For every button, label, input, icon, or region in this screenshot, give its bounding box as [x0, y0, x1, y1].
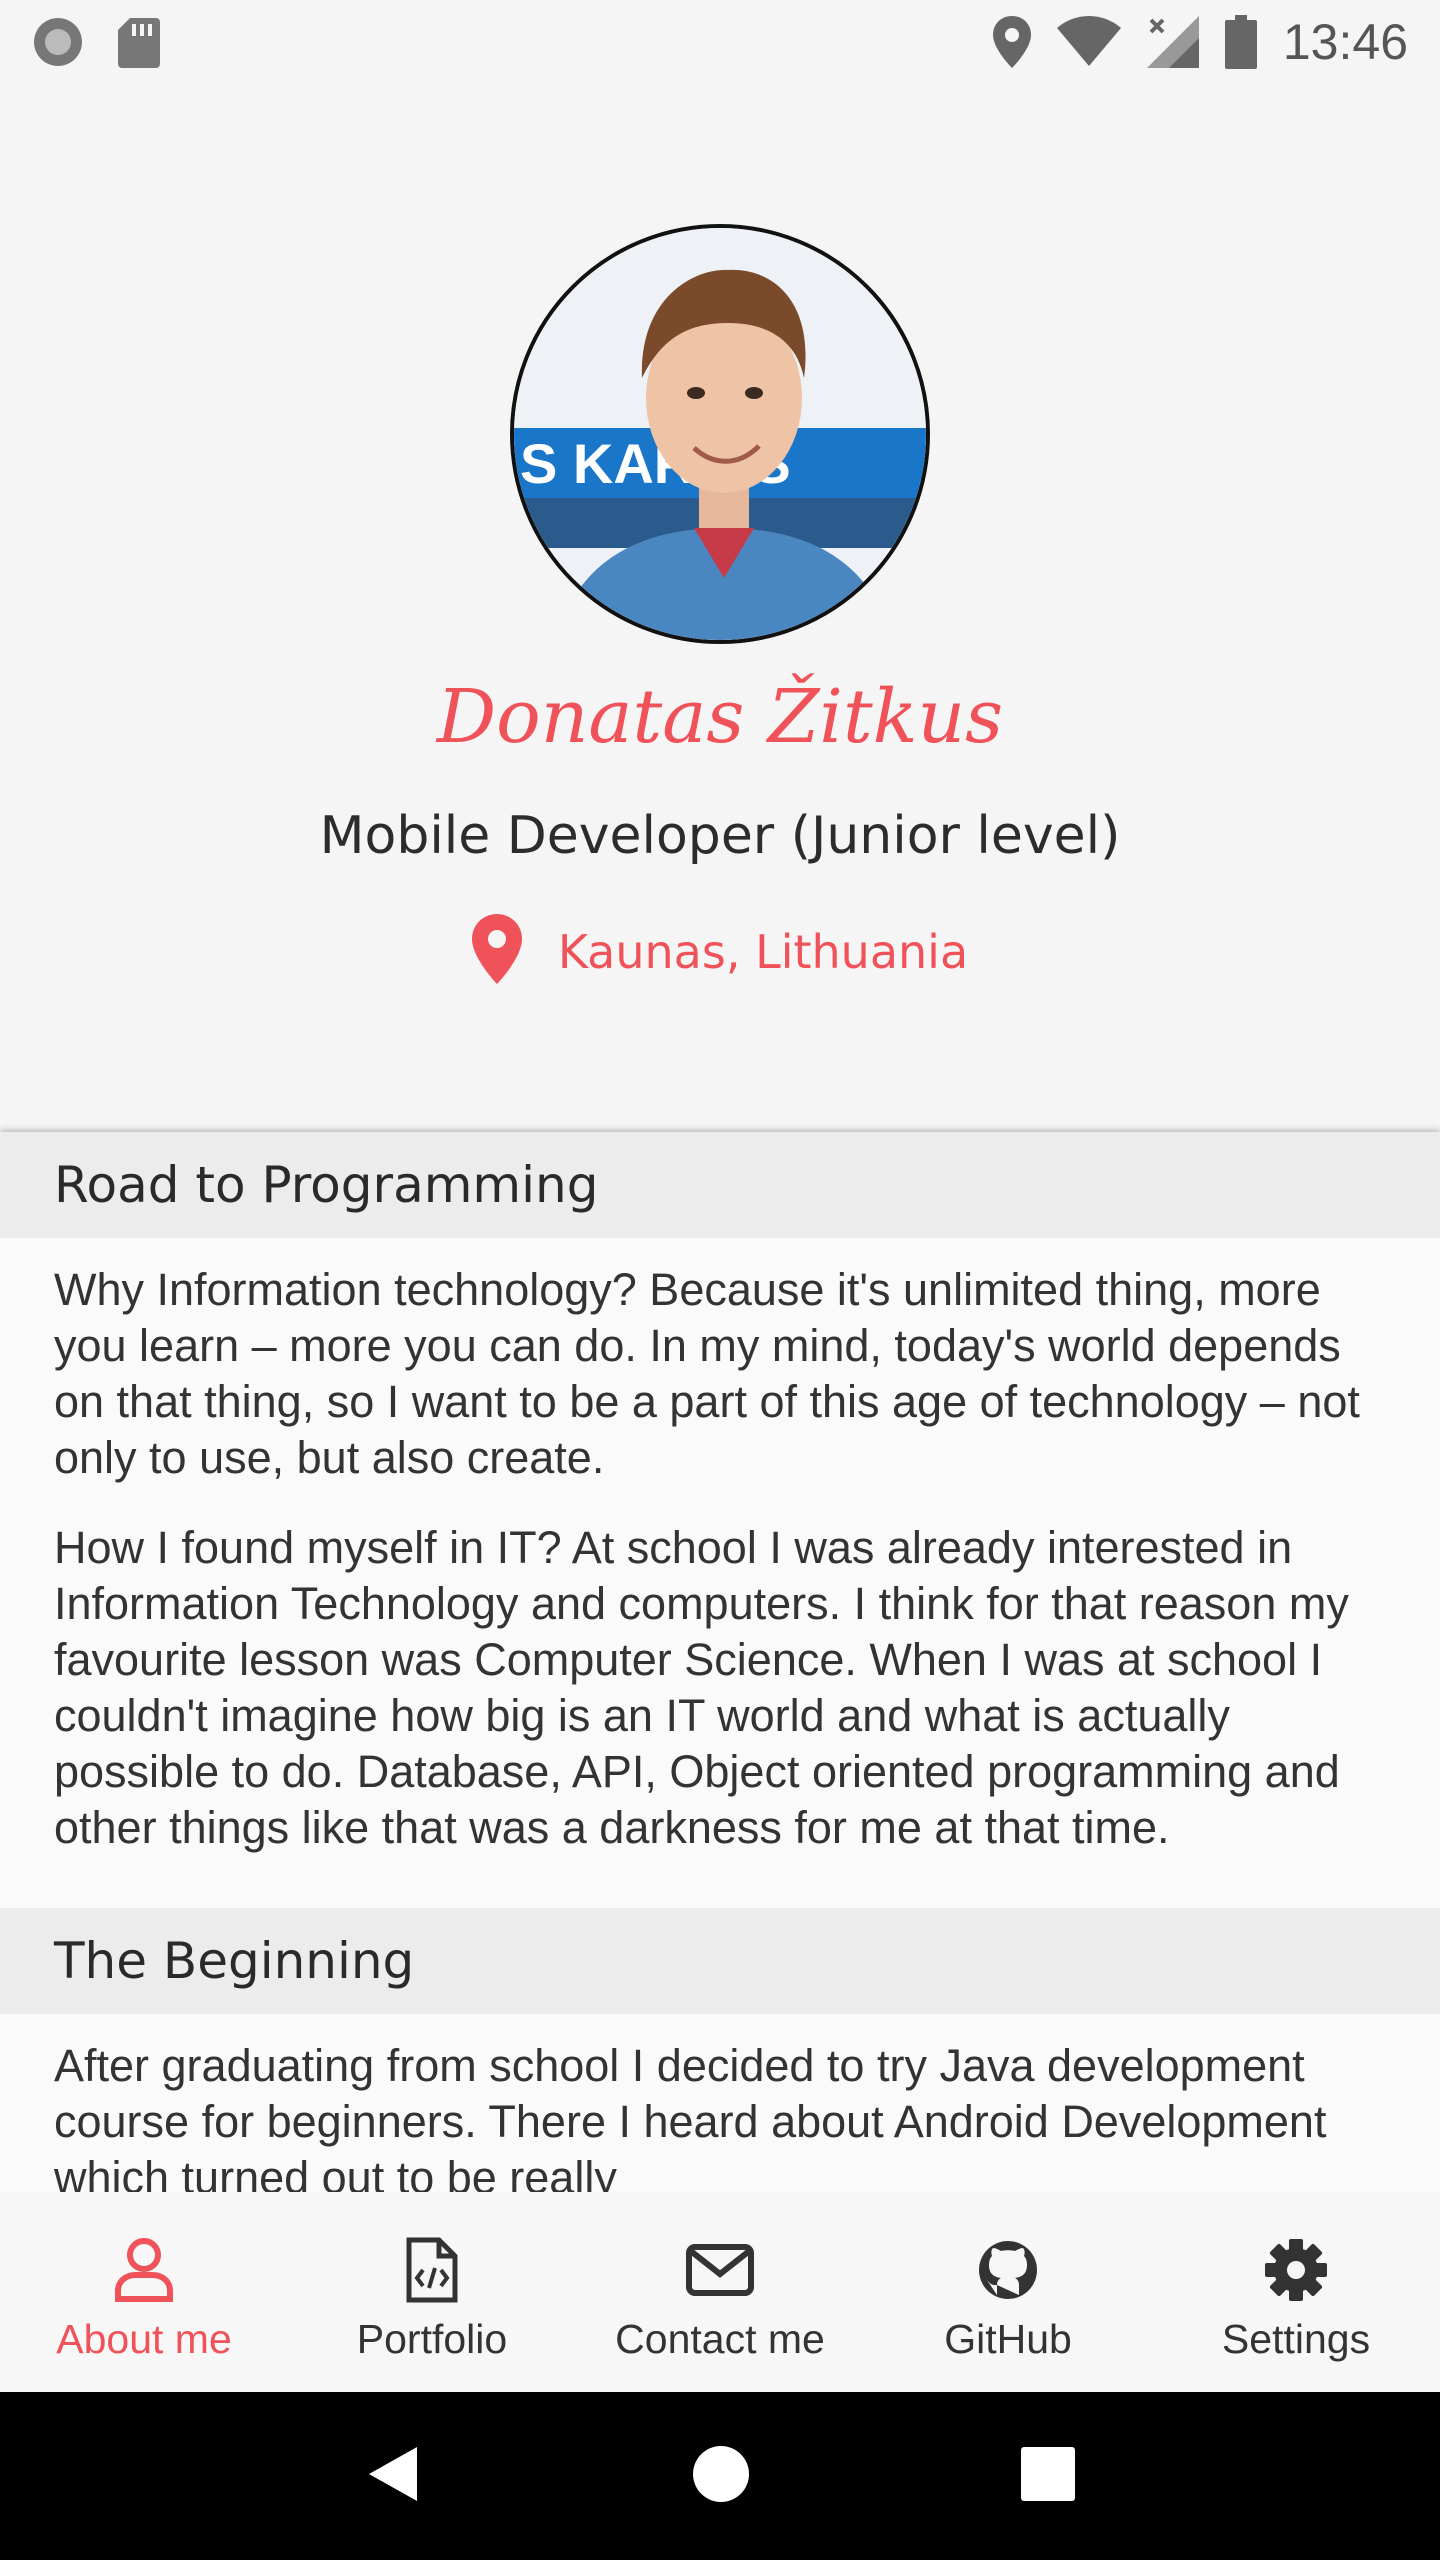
profile-header: S KAR OS Donatas Žitkus Mobile Developer…: [0, 84, 1440, 1132]
battery-icon: [1224, 15, 1257, 69]
envelope-icon: [686, 2230, 754, 2310]
nav-label: Settings: [1221, 2315, 1371, 2362]
recents-icon[interactable]: [1020, 2446, 1075, 2506]
user-icon: [112, 2230, 176, 2310]
home-icon[interactable]: [692, 2445, 750, 2508]
profile-location: Kaunas, Lithuania: [0, 914, 1440, 989]
avatar[interactable]: S KAR OS: [510, 224, 930, 644]
bottom-navigation: About me Portfolio Contact me GitHub Set…: [0, 2192, 1440, 2392]
profile-name: Donatas Žitkus: [436, 674, 1004, 760]
cellular-icon: [1146, 16, 1199, 68]
location-icon: [992, 16, 1031, 68]
status-bar: 13:46: [0, 0, 1440, 84]
nav-label: About me: [56, 2315, 232, 2362]
nav-label: Contact me: [615, 2315, 825, 2362]
gear-icon: [1264, 2230, 1328, 2310]
paragraph: How I found myself in IT? At school I wa…: [54, 1522, 1349, 1853]
paragraph: Why Information technology? Because it's…: [54, 1264, 1360, 1483]
code-file-icon: [405, 2230, 459, 2310]
wifi-icon: [1056, 16, 1121, 68]
paragraph: After graduating from school I decided t…: [54, 2040, 1327, 2192]
about-content[interactable]: Road to Programming Why Information tech…: [0, 1132, 1440, 2192]
nav-item-portfolio[interactable]: Portfolio: [288, 2192, 576, 2392]
system-navigation-bar: [0, 2392, 1440, 2560]
status-time: 13:46: [1282, 14, 1408, 70]
nav-item-settings[interactable]: Settings: [1152, 2192, 1440, 2392]
section-body-the-beginning: After graduating from school I decided t…: [0, 2014, 1440, 2192]
github-icon: [977, 2230, 1039, 2310]
sd-card-icon: [118, 16, 160, 68]
profile-role: Mobile Developer (Junior level): [319, 806, 1121, 866]
section-body-road-to-programming: Why Information technology? Because it's…: [0, 1238, 1440, 1908]
section-title-the-beginning: The Beginning: [0, 1908, 1440, 2014]
nav-item-about-me[interactable]: About me: [0, 2192, 288, 2392]
location-text: Kaunas, Lithuania: [557, 924, 969, 979]
section-title-road-to-programming: Road to Programming: [0, 1132, 1440, 1238]
nav-label: GitHub: [944, 2315, 1072, 2362]
location-pin-icon: [471, 914, 522, 989]
nav-item-github[interactable]: GitHub: [864, 2192, 1152, 2392]
record-icon: [32, 16, 84, 68]
back-icon[interactable]: [365, 2443, 421, 2510]
nav-label: Portfolio: [356, 2315, 508, 2362]
nav-item-contact-me[interactable]: Contact me: [576, 2192, 864, 2392]
